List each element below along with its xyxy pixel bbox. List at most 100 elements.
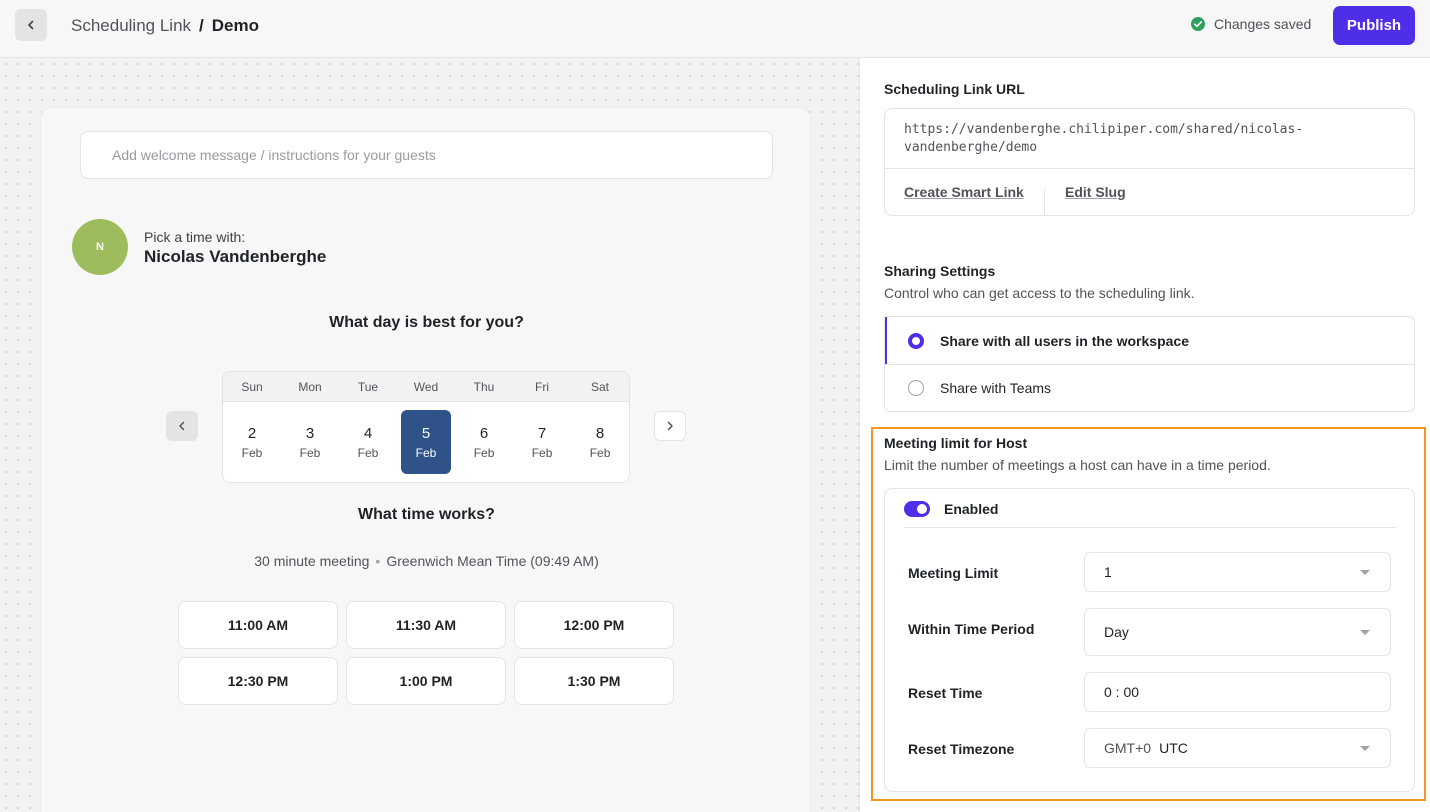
meeting-limit-label: Meeting Limit <box>908 565 999 581</box>
avatar: N <box>72 219 128 275</box>
reset-time-input[interactable]: 0 : 00 <box>1084 672 1391 712</box>
sharing-title: Sharing Settings <box>884 263 996 279</box>
save-status: Changes saved <box>1190 16 1311 32</box>
meeting-limit-value: 1 <box>1104 564 1112 580</box>
day-month: Feb <box>299 445 321 460</box>
reset-time-value: 0 : 00 <box>1104 684 1140 700</box>
weekday-label: Fri <box>535 380 549 394</box>
url-actions: Create Smart Link Edit Slug <box>885 168 1414 215</box>
day-number: 2 <box>247 424 257 442</box>
enabled-toggle[interactable] <box>904 501 930 517</box>
calendar-day[interactable]: 2 Feb <box>223 410 281 474</box>
back-button[interactable] <box>15 9 47 41</box>
caret-down-icon <box>1360 570 1370 575</box>
welcome-message-input[interactable] <box>80 131 773 179</box>
calendar-day[interactable]: 8 Feb <box>571 410 629 474</box>
radio-selected[interactable] <box>908 332 924 349</box>
share-all-label: Share with all users in the workspace <box>940 332 1189 349</box>
time-slot-button[interactable]: 12:30 PM <box>178 657 338 705</box>
meeting-meta: 30 minute meeting • Greenwich Mean Time (0… <box>41 553 812 569</box>
breadcrumb: Scheduling Link / Demo <box>71 16 259 36</box>
calendar-next-button[interactable] <box>654 411 686 441</box>
time-slot-grid: 11:00 AM 11:30 AM 12:00 PM 12:30 PM 1:00… <box>178 601 674 705</box>
day-month: Feb <box>589 445 611 460</box>
booking-preview-card: N Pick a time with: Nicolas Vandenberghe… <box>40 107 811 812</box>
caret-down-icon <box>1360 746 1370 751</box>
caret-down-icon <box>1360 630 1370 635</box>
timezone-value: UTC <box>1159 740 1188 756</box>
chevron-right-icon <box>667 421 673 431</box>
chevron-left-icon <box>179 421 185 431</box>
publish-button[interactable]: Publish <box>1333 6 1415 45</box>
top-bar: Scheduling Link / Demo Changes saved Pub… <box>0 0 1430 58</box>
weekday-label: Thu <box>473 380 495 394</box>
day-row: 2 Feb 3 Feb 4 Feb 5 Feb 6 Feb 7 Feb 8 Feb <box>223 402 629 474</box>
meeting-timezone[interactable]: Greenwich Mean Time (09:49 AM) <box>386 553 598 569</box>
day-number: 6 <box>479 424 489 442</box>
create-smart-link-button[interactable]: Create Smart Link <box>904 184 1024 200</box>
chevron-left-icon <box>28 20 34 30</box>
calendar-day[interactable]: 7 Feb <box>513 410 571 474</box>
weekday-header: Sun Mon Tue Wed Thu Fri Sat <box>223 372 629 402</box>
calendar-day[interactable]: 6 Feb <box>455 410 513 474</box>
meeting-limit-select[interactable]: 1 <box>1084 552 1391 592</box>
time-slot-button[interactable]: 11:00 AM <box>178 601 338 649</box>
calendar-day[interactable]: 4 Feb <box>339 410 397 474</box>
day-month: Feb <box>241 445 263 460</box>
meeting-limit-box: Enabled Meeting Limit 1 Within Time Peri… <box>884 488 1415 792</box>
pick-time-label: Pick a time with: <box>144 229 246 245</box>
day-month: Feb <box>415 445 437 460</box>
calendar-prev-button[interactable] <box>166 411 198 441</box>
meeting-limit-title: Meeting limit for Host <box>884 435 1028 451</box>
check-circle-icon <box>1191 17 1205 31</box>
preview-canvas: N Pick a time with: Nicolas Vandenberghe… <box>0 58 860 812</box>
share-teams-option[interactable]: Share with Teams <box>885 364 1414 411</box>
time-period-value: Day <box>1104 624 1129 640</box>
host-name: Nicolas Vandenberghe <box>144 247 327 266</box>
breadcrumb-parent[interactable]: Scheduling Link <box>71 16 191 36</box>
sharing-subtitle: Control who can get access to the schedu… <box>884 285 1195 301</box>
meta-separator: • <box>375 553 381 569</box>
time-period-label: Within Time Period <box>908 621 1035 637</box>
reset-timezone-select[interactable]: GMT+0 UTC <box>1084 728 1391 768</box>
breadcrumb-current: Demo <box>211 16 259 35</box>
meeting-limit-subtitle: Limit the number of meetings a host can … <box>884 457 1271 473</box>
weekday-label: Sat <box>590 380 609 394</box>
divider <box>1044 189 1045 215</box>
time-question: What time works? <box>358 506 495 523</box>
reset-timezone-label: Reset Timezone <box>908 741 1015 757</box>
meeting-duration: 30 minute meeting <box>254 553 370 569</box>
weekday-label: Sun <box>241 380 263 394</box>
time-slot-button[interactable]: 1:00 PM <box>346 657 506 705</box>
reset-time-label: Reset Time <box>908 685 983 701</box>
calendar-day[interactable]: 3 Feb <box>281 410 339 474</box>
day-number: 7 <box>537 424 547 442</box>
url-box: https://vandenberghe.chilipiper.com/shar… <box>884 108 1415 216</box>
radio-unselected[interactable] <box>908 380 924 396</box>
weekday-label: Tue <box>357 380 379 394</box>
calendar-day-selected[interactable]: 5 Feb <box>401 410 452 474</box>
breadcrumb-separator: / <box>199 16 204 35</box>
settings-panel: Scheduling Link URL https://vandenberghe… <box>861 58 1430 812</box>
time-period-select[interactable]: Day <box>1084 608 1391 656</box>
share-teams-label: Share with Teams <box>940 380 1052 396</box>
scheduling-url[interactable]: https://vandenberghe.chilipiper.com/shar… <box>904 121 1384 157</box>
time-slot-button[interactable]: 1:30 PM <box>514 657 674 705</box>
timezone-offset: GMT+0 <box>1104 740 1152 756</box>
time-slot-button[interactable]: 12:00 PM <box>514 601 674 649</box>
weekday-label: Mon <box>298 380 322 394</box>
time-slot-button[interactable]: 11:30 AM <box>346 601 506 649</box>
day-number: 5 <box>421 424 431 442</box>
edit-slug-button[interactable]: Edit Slug <box>1065 184 1126 200</box>
share-all-option[interactable]: Share with all users in the workspace <box>885 317 1414 364</box>
sharing-options: Share with all users in the workspace Sh… <box>884 316 1415 412</box>
day-question: What day is best for you? <box>329 314 524 331</box>
divider <box>904 527 1396 528</box>
day-month: Feb <box>357 445 379 460</box>
day-month: Feb <box>531 445 553 460</box>
weekday-label: Wed <box>413 380 439 394</box>
day-month: Feb <box>473 445 495 460</box>
day-number: 4 <box>363 424 373 442</box>
day-number: 3 <box>305 424 315 442</box>
week-calendar: Sun Mon Tue Wed Thu Fri Sat 2 Feb 3 Feb 4 F… <box>222 371 630 483</box>
